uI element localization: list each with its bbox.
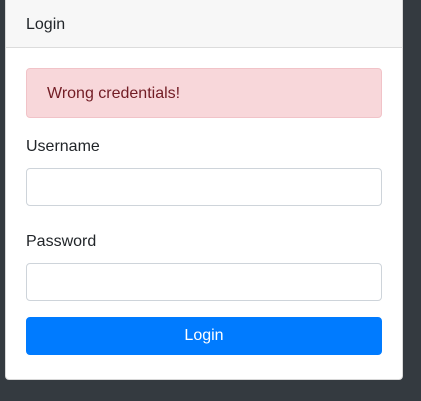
username-label: Username (26, 138, 100, 155)
login-button[interactable]: Login (26, 317, 382, 355)
login-card: Login Wrong credentials! Username Passwo… (5, 0, 403, 380)
password-label: Password (26, 233, 97, 250)
card-header: Login (6, 0, 402, 48)
card-title: Login (26, 16, 66, 33)
error-alert: Wrong credentials! (26, 68, 382, 118)
error-message: Wrong credentials! (47, 85, 181, 102)
card-body: Wrong credentials! Username Password Log… (6, 48, 402, 355)
password-input[interactable] (26, 263, 382, 301)
username-input[interactable] (26, 168, 382, 206)
